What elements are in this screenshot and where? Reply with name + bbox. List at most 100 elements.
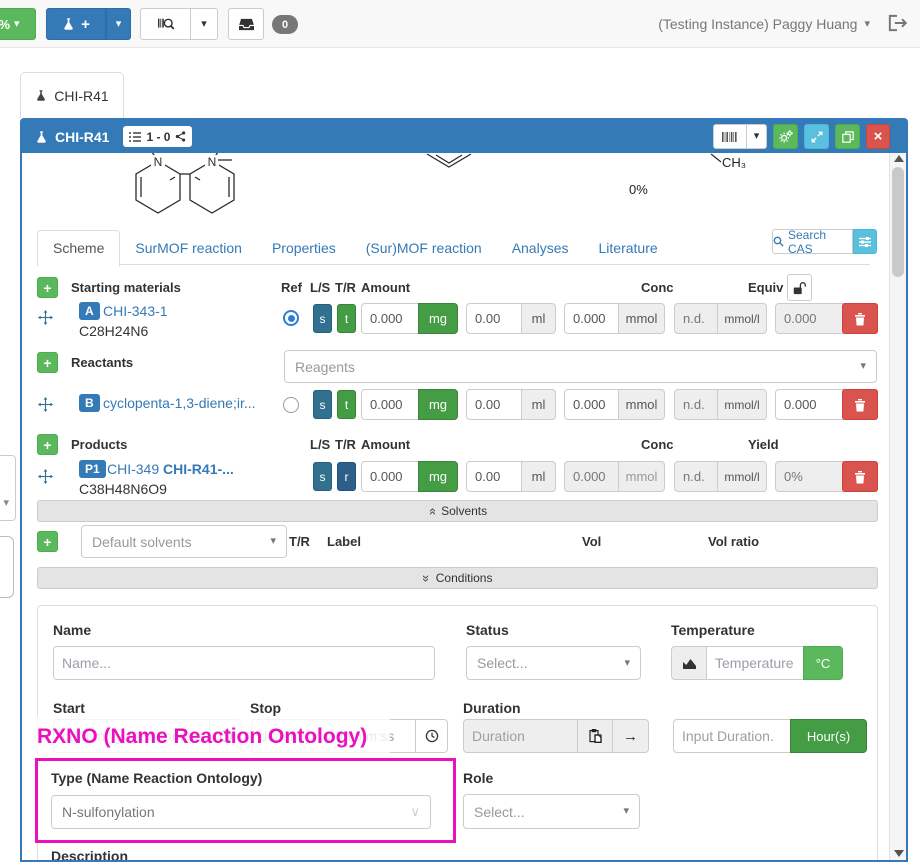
ref-radio[interactable] — [283, 310, 299, 326]
amount-mmol-input[interactable] — [564, 389, 619, 420]
caret-down-icon: ▾ — [754, 131, 760, 142]
duplicate-button[interactable] — [835, 124, 860, 149]
col-ls: L/S — [310, 437, 330, 452]
target-lock-button[interactable]: t — [337, 390, 356, 419]
reaction-scheme-canvas[interactable]: N N 0% CH₃ — [22, 153, 887, 225]
conditions-collapse-bar[interactable]: » Conditions — [37, 567, 878, 589]
solid-lock-button[interactable]: s — [313, 304, 332, 333]
amount-ml-input[interactable] — [466, 303, 522, 334]
name-input[interactable] — [53, 646, 435, 680]
plus-icon: + — [81, 16, 90, 33]
logout-icon — [886, 13, 908, 33]
background-box-peek — [0, 536, 14, 598]
unit-ml-addon[interactable]: ml — [521, 303, 556, 334]
tab-analyses[interactable]: Analyses — [497, 230, 584, 265]
tab-surmof-reaction[interactable]: SurMOF reaction — [120, 230, 257, 265]
amount-mmol-group: mmol — [564, 461, 666, 492]
top-navbar: % ▾ + ▾ — [0, 0, 920, 48]
tab-properties[interactable]: Properties — [257, 230, 351, 265]
scheme-settings-button[interactable] — [853, 229, 877, 254]
unit-mg-addon[interactable]: mg — [418, 389, 458, 420]
svg-text:N: N — [154, 155, 163, 169]
scheme-yield-button[interactable]: % ▾ — [0, 8, 36, 40]
sample-link[interactable]: cyclopenta-1,3-diene;ir... — [103, 395, 256, 411]
duration-unit-button[interactable]: Hour(s) — [790, 719, 867, 753]
unit-mmol-addon[interactable]: mmol — [618, 303, 665, 334]
amount-mg-input[interactable] — [361, 461, 419, 492]
amount-ml-input[interactable] — [466, 389, 522, 420]
tab-chi-r41[interactable]: CHI-R41 — [20, 72, 124, 118]
create-dropdown-toggle[interactable]: ▾ — [106, 8, 131, 40]
temperature-chart-button[interactable] — [671, 646, 707, 680]
amount-mmol-input[interactable] — [564, 303, 619, 334]
scroll-up-arrow[interactable] — [894, 155, 904, 162]
target-lock-button[interactable]: t — [337, 304, 356, 333]
reagents-select[interactable]: Reagents ▾ — [284, 350, 877, 383]
input-duration-field[interactable] — [673, 719, 791, 753]
add-starting-material-button[interactable]: + — [37, 277, 58, 298]
add-product-button[interactable]: + — [37, 434, 58, 455]
flask-icon — [35, 89, 47, 102]
unit-mmol-addon[interactable]: mmol — [618, 389, 665, 420]
delete-row-button[interactable] — [842, 303, 878, 334]
ref-lock-button[interactable]: r — [337, 462, 356, 491]
drag-handle[interactable] — [38, 310, 53, 325]
col-conc: Conc — [641, 280, 674, 295]
logout-button[interactable] — [886, 13, 908, 33]
print-barcode-button[interactable] — [713, 124, 747, 149]
duration-label: Duration — [463, 700, 521, 716]
scrollbar-thumb[interactable] — [892, 167, 904, 277]
stop-clock-button[interactable] — [415, 719, 448, 753]
search-cas-button[interactable]: Search CAS — [772, 229, 853, 254]
amount-ml-input[interactable] — [466, 461, 522, 492]
plus-icon: + — [43, 437, 51, 453]
chevron-double-up-icon: » — [424, 507, 439, 514]
apply-duration-button[interactable]: → — [612, 719, 649, 753]
unit-ml-addon[interactable]: ml — [521, 461, 556, 492]
solvents-collapse-bar[interactable]: » Solvents — [37, 500, 878, 522]
panel-header[interactable]: CHI-R41 1 - 0 — [22, 120, 906, 153]
status-select[interactable]: Select... ▾ — [466, 646, 641, 680]
ref-radio[interactable] — [283, 397, 299, 413]
sample-link[interactable]: CHI-343-1 — [103, 303, 168, 319]
settings-button[interactable] — [773, 124, 798, 149]
solid-lock-button[interactable]: s — [313, 390, 332, 419]
scroll-down-arrow[interactable] — [894, 850, 904, 857]
drag-handle[interactable] — [38, 469, 53, 484]
delete-row-button[interactable] — [842, 461, 878, 492]
add-solvent-button[interactable]: + — [37, 531, 58, 552]
fullscreen-button[interactable] — [804, 124, 829, 149]
solid-lock-button[interactable]: s — [313, 462, 332, 491]
close-button[interactable]: × — [866, 124, 890, 149]
inbox-button[interactable] — [228, 8, 264, 40]
unit-ml-addon[interactable]: ml — [521, 389, 556, 420]
conc-group: mmol/l — [674, 389, 768, 420]
user-menu[interactable]: (Testing Instance) Paggy Huang ▾ — [520, 0, 870, 48]
delete-row-button[interactable] — [842, 389, 878, 420]
role-select[interactable]: Select... ▾ — [463, 794, 640, 829]
scan-dropdown-toggle[interactable]: ▾ — [190, 8, 218, 40]
caret-down-icon: ▾ — [14, 19, 20, 30]
copy-duration-button[interactable] — [577, 719, 613, 753]
sample-label-link[interactable]: CHI-R41-... — [163, 461, 234, 477]
temperature-input[interactable] — [706, 646, 804, 680]
create-sample-button[interactable]: + — [46, 8, 106, 40]
barcode-scan-button[interactable] — [140, 8, 191, 40]
tab-surmof2-reaction[interactable]: (Sur)MOF reaction — [351, 230, 497, 265]
add-reactant-button[interactable]: + — [37, 352, 58, 373]
drag-handle[interactable] — [38, 397, 53, 412]
print-dropdown-toggle[interactable]: ▾ — [746, 124, 767, 149]
equiv-lock-button[interactable] — [787, 274, 812, 301]
role-label: Role — [463, 770, 493, 786]
tab-scheme[interactable]: Scheme — [37, 230, 120, 267]
panel-scrollbar[interactable] — [889, 153, 906, 860]
amount-mg-input[interactable] — [361, 389, 419, 420]
tab-literature[interactable]: Literature — [584, 230, 673, 265]
default-solvents-select[interactable]: Default solvents ▾ — [81, 525, 287, 558]
barcode-icon — [722, 131, 738, 143]
unit-mg-addon[interactable]: mg — [418, 303, 458, 334]
sample-link[interactable]: CHI-349 — [107, 461, 159, 477]
temperature-unit-button[interactable]: °C — [803, 646, 843, 680]
amount-mg-input[interactable] — [361, 303, 419, 334]
unit-mg-addon[interactable]: mg — [418, 461, 458, 492]
